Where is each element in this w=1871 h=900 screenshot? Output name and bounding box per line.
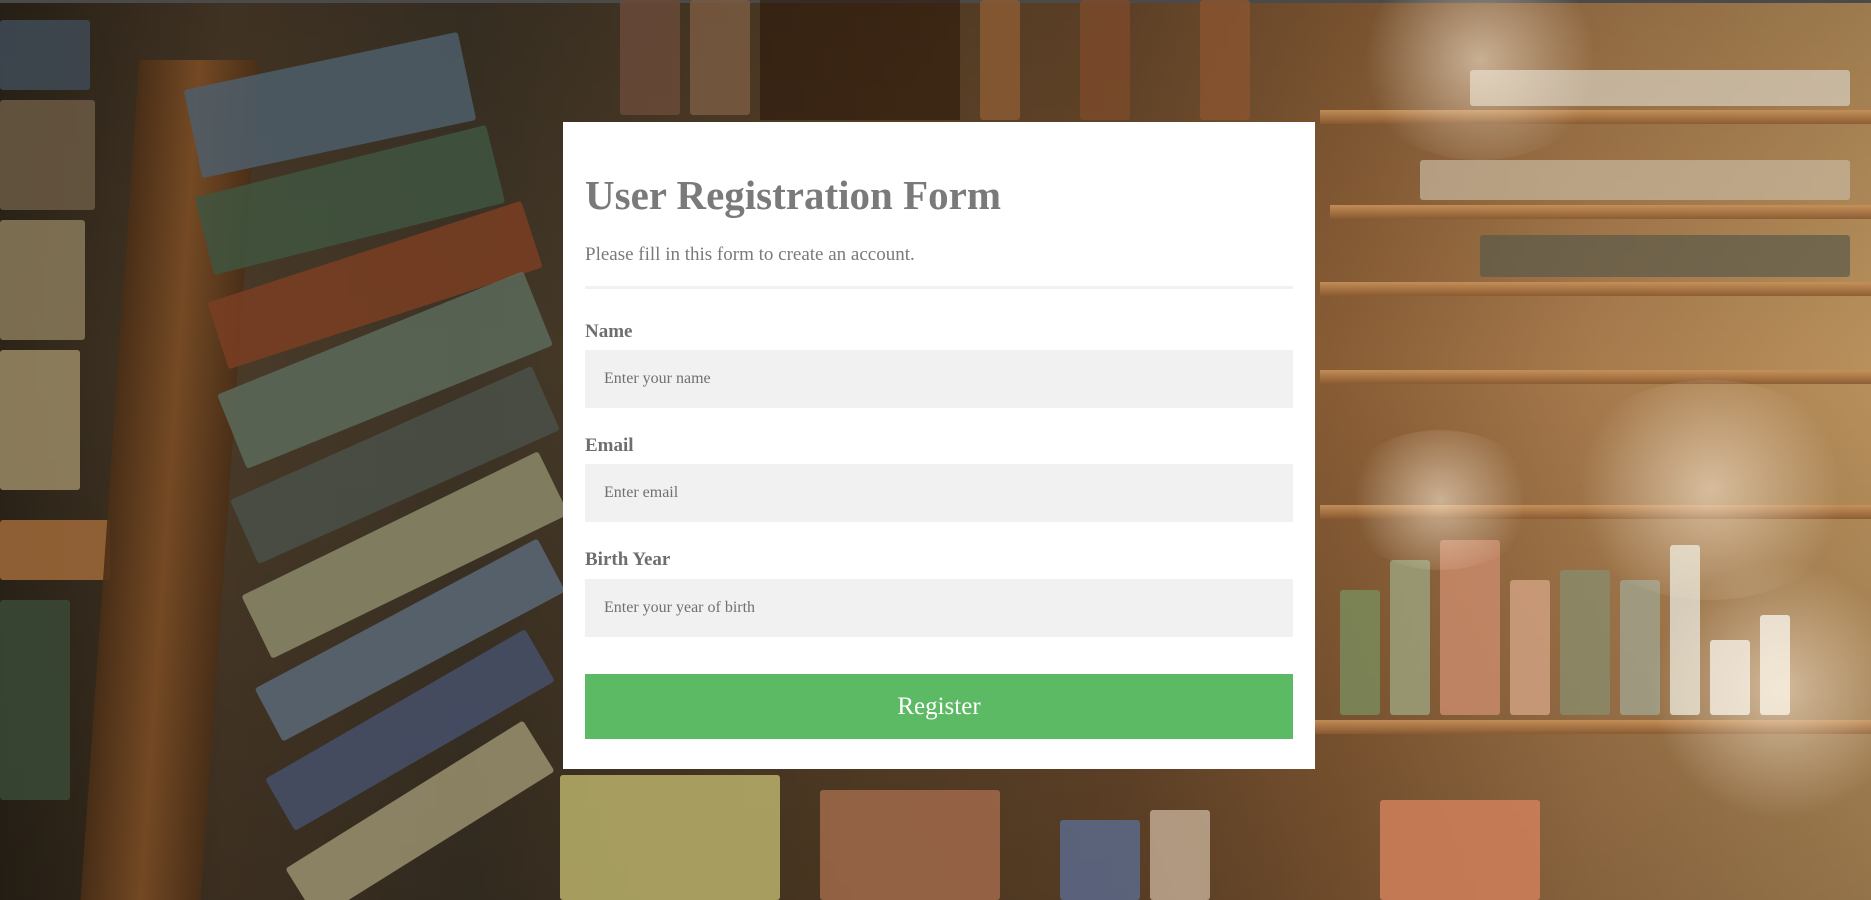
- birth-year-input[interactable]: [585, 579, 1293, 637]
- form-divider: [585, 286, 1293, 289]
- background-book: [620, 0, 680, 115]
- email-input[interactable]: [585, 464, 1293, 522]
- background-book: [1420, 160, 1850, 200]
- background-book: [1560, 570, 1610, 715]
- background-book: [1380, 800, 1540, 900]
- page-title: User Registration Form: [585, 172, 1001, 218]
- shelf-board: [1320, 282, 1871, 296]
- shelf-board: [1320, 370, 1871, 384]
- background-book: [0, 20, 90, 90]
- background-book: [690, 0, 750, 115]
- background-book: [0, 100, 95, 210]
- name-input[interactable]: [585, 350, 1293, 408]
- background-book: [1200, 0, 1250, 120]
- form-subtitle: Please fill in this form to create an ac…: [585, 244, 915, 265]
- background-book: [1340, 590, 1380, 715]
- shelf-board: [1330, 205, 1871, 219]
- birth-year-label: Birth Year: [585, 549, 671, 570]
- background-book: [0, 600, 70, 800]
- background-book: [0, 520, 110, 580]
- background-shadow: [760, 0, 960, 120]
- email-label: Email: [585, 435, 634, 456]
- background-book: [0, 350, 80, 490]
- shelf-post: [80, 60, 260, 900]
- background-book: [1390, 560, 1430, 715]
- background-book: [1150, 810, 1210, 900]
- background-book: [1080, 0, 1130, 120]
- register-button[interactable]: Register: [585, 674, 1293, 739]
- registration-card: [563, 122, 1315, 769]
- background-fog: [1340, 430, 1540, 570]
- background-book: [820, 790, 1000, 900]
- background-fog: [1350, 0, 1610, 160]
- background-book: [1060, 820, 1140, 900]
- background-book: [1510, 580, 1550, 715]
- background-book: [1480, 235, 1850, 277]
- name-label: Name: [585, 321, 633, 342]
- background-book: [980, 0, 1020, 120]
- background-book: [0, 220, 85, 340]
- background-book: [560, 775, 780, 900]
